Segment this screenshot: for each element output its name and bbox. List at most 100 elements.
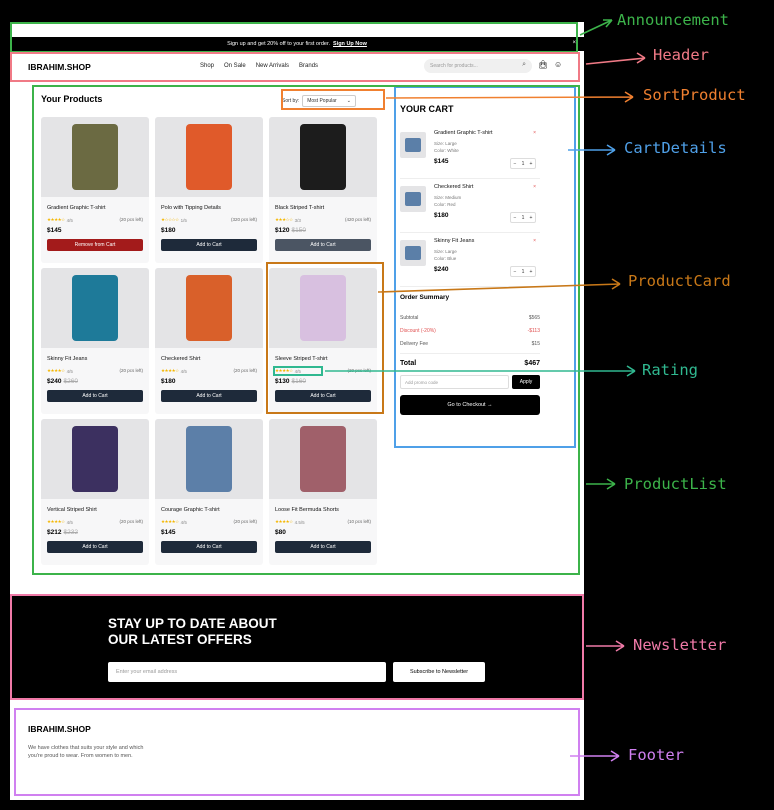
product-name[interactable]: Black Striped T-shirt <box>275 205 324 211</box>
product-list: Your Products Sort by: Most Popular ⌄ Gr… <box>32 86 380 568</box>
add-to-cart-button[interactable]: Add to Cart <box>161 239 257 251</box>
product-price: $180 <box>161 378 177 385</box>
product-card[interactable]: Checkered Shirt ★★★★☆ 4/5 (20 pcs left) $180… <box>155 268 263 414</box>
product-card[interactable]: Gradient Graphic T-shirt ★★★★☆ 4/5 (20 pcs … <box>41 117 149 263</box>
product-name[interactable]: Sleeve Striped T-shirt <box>275 356 327 362</box>
close-icon[interactable]: × <box>572 40 576 46</box>
product-name[interactable]: Loose Fit Bermuda Shorts <box>275 507 339 513</box>
product-name[interactable]: Gradient Graphic T-shirt <box>47 205 106 211</box>
order-summary: Order Summary Subtotal $565 Discount (-20… <box>400 294 540 415</box>
delivery-label: Delivery Fee <box>400 340 429 347</box>
product-photo <box>72 426 118 492</box>
add-to-cart-button[interactable]: Add to Cart <box>161 390 257 402</box>
nav-brands[interactable]: Brands <box>299 63 318 69</box>
signup-link[interactable]: Sign Up Now <box>333 41 367 47</box>
add-to-cart-button[interactable]: Add to Cart <box>47 390 143 402</box>
add-to-cart-button[interactable]: Add to Cart <box>47 541 143 553</box>
subscribe-button[interactable]: Subscribe to Newsletter <box>393 662 485 682</box>
cart-item-image <box>400 132 426 158</box>
cart-item-photo <box>405 138 421 152</box>
header: IBRAHIM.SHOP Shop On Sale New Arrivals B… <box>10 54 584 80</box>
increment-button[interactable]: + <box>527 213 535 222</box>
quantity-stepper: −1 + <box>510 158 536 169</box>
nav-on-sale[interactable]: On Sale <box>224 63 246 69</box>
product-image[interactable] <box>155 268 263 348</box>
add-to-cart-button[interactable]: Add to Cart <box>275 390 371 402</box>
product-card[interactable]: Skinny Fit Jeans ★★★★☆ 4/5 (20 pcs left) $24… <box>41 268 149 414</box>
product-image[interactable] <box>41 117 149 197</box>
product-image[interactable] <box>155 419 263 499</box>
product-image[interactable] <box>269 268 377 348</box>
cart-item-price: $240 <box>434 266 449 273</box>
total-row: Total $467 <box>400 353 540 369</box>
remove-from-cart-button[interactable]: Remove from Cart <box>47 239 143 251</box>
price-value: $212 <box>47 529 62 536</box>
checkout-button[interactable]: Go to Checkout → <box>400 395 540 415</box>
promo-code-input[interactable]: Add promo code <box>400 375 509 389</box>
product-rating: ★★★★☆ 4/5 <box>275 368 301 374</box>
label-header: Header <box>653 46 709 64</box>
product-image[interactable] <box>41 268 149 348</box>
product-card[interactable]: Courage Graphic T-shirt ★★★★☆ 4/5 (20 pcs l… <box>155 419 263 565</box>
logo[interactable]: IBRAHIM.SHOP <box>28 62 91 72</box>
add-to-cart-button[interactable]: Add to Cart <box>161 541 257 553</box>
decrement-button[interactable]: − <box>511 267 519 276</box>
nav-new-arrivals[interactable]: New Arrivals <box>256 63 289 69</box>
product-image[interactable] <box>269 117 377 197</box>
product-image[interactable] <box>41 419 149 499</box>
add-to-cart-button[interactable]: Add to Cart <box>275 239 371 251</box>
price-value: $120 <box>275 227 290 234</box>
announcement-bar: Sign up and get 20% off to your first or… <box>10 37 584 51</box>
product-image[interactable] <box>269 419 377 499</box>
star-icons: ★★★★☆ <box>161 519 179 524</box>
nav-shop[interactable]: Shop <box>200 63 214 69</box>
cart-icon[interactable]: 👜︎ <box>538 60 548 69</box>
product-rating: ★★★★☆ 4/5 <box>47 519 73 525</box>
old-price: $232 <box>63 529 78 536</box>
product-name[interactable]: Vertical Striped Shirt <box>47 507 97 513</box>
old-price: $150 <box>291 227 306 234</box>
main-nav: Shop On Sale New Arrivals Brands <box>200 63 318 69</box>
delete-icon[interactable]: × <box>533 184 536 190</box>
subtotal-label: Subtotal <box>400 314 419 321</box>
add-to-cart-button[interactable]: Add to Cart <box>275 541 371 553</box>
rating-value: 4/5 <box>180 368 187 374</box>
product-name[interactable]: Courage Graphic T-shirt <box>161 507 220 513</box>
cart-item-attributes: Size: Large Color: White <box>434 140 459 154</box>
cart-item-name: Skinny Fit Jeans <box>434 238 475 244</box>
increment-button[interactable]: + <box>527 159 535 168</box>
delete-icon[interactable]: × <box>533 238 536 244</box>
product-name[interactable]: Checkered Shirt <box>161 356 200 362</box>
price-value: $240 <box>47 378 62 385</box>
product-card[interactable]: Polo with Tipping Details ★☆☆☆☆ 1/5 (320 pc… <box>155 117 263 263</box>
product-card[interactable]: Loose Fit Bermuda Shorts ★★★★☆ 4.5/5 (10 pc… <box>269 419 377 565</box>
delete-icon[interactable]: × <box>533 130 536 136</box>
star-icons: ★★★★☆ <box>275 519 293 524</box>
total-value: $467 <box>524 359 540 367</box>
product-card[interactable]: Sleeve Striped T-shirt ★★★★☆ 4/5 (20 pcs le… <box>269 268 377 414</box>
product-name[interactable]: Polo with Tipping Details <box>161 205 221 211</box>
product-name[interactable]: Skinny Fit Jeans <box>47 356 87 362</box>
label-rating: Rating <box>642 361 698 379</box>
sort-select[interactable]: Most Popular ⌄ <box>302 94 356 107</box>
search-input[interactable]: Search for products... ⌕ <box>424 59 532 73</box>
product-photo <box>300 426 346 492</box>
apply-button[interactable]: Apply <box>512 375 540 389</box>
decrement-button[interactable]: − <box>511 213 519 222</box>
decrement-button[interactable]: − <box>511 159 519 168</box>
product-card[interactable]: Vertical Striped Shirt ★★★★☆ 4/5 (20 pcs le… <box>41 419 149 565</box>
quantity-value: 1 <box>521 214 525 221</box>
cart-item-attributes: Size: Large Color: Blue <box>434 248 457 262</box>
product-price: $120 $150 <box>275 227 306 234</box>
increment-button[interactable]: + <box>527 267 535 276</box>
product-card[interactable]: Black Striped T-shirt ★★★☆☆ 3/3 (420 pcs le… <box>269 117 377 263</box>
product-rating: ★★★★☆ 4/5 <box>47 368 73 374</box>
product-photo <box>72 124 118 190</box>
product-photo <box>300 124 346 190</box>
email-field[interactable]: Enter your email address <box>108 662 386 682</box>
product-image[interactable] <box>155 117 263 197</box>
quantity-stepper: −1 + <box>510 212 536 223</box>
user-icon[interactable]: ☺ <box>554 60 562 69</box>
footer-logo[interactable]: IBRAHIM.SHOP <box>28 724 91 734</box>
product-price: $130 $160 <box>275 378 306 385</box>
